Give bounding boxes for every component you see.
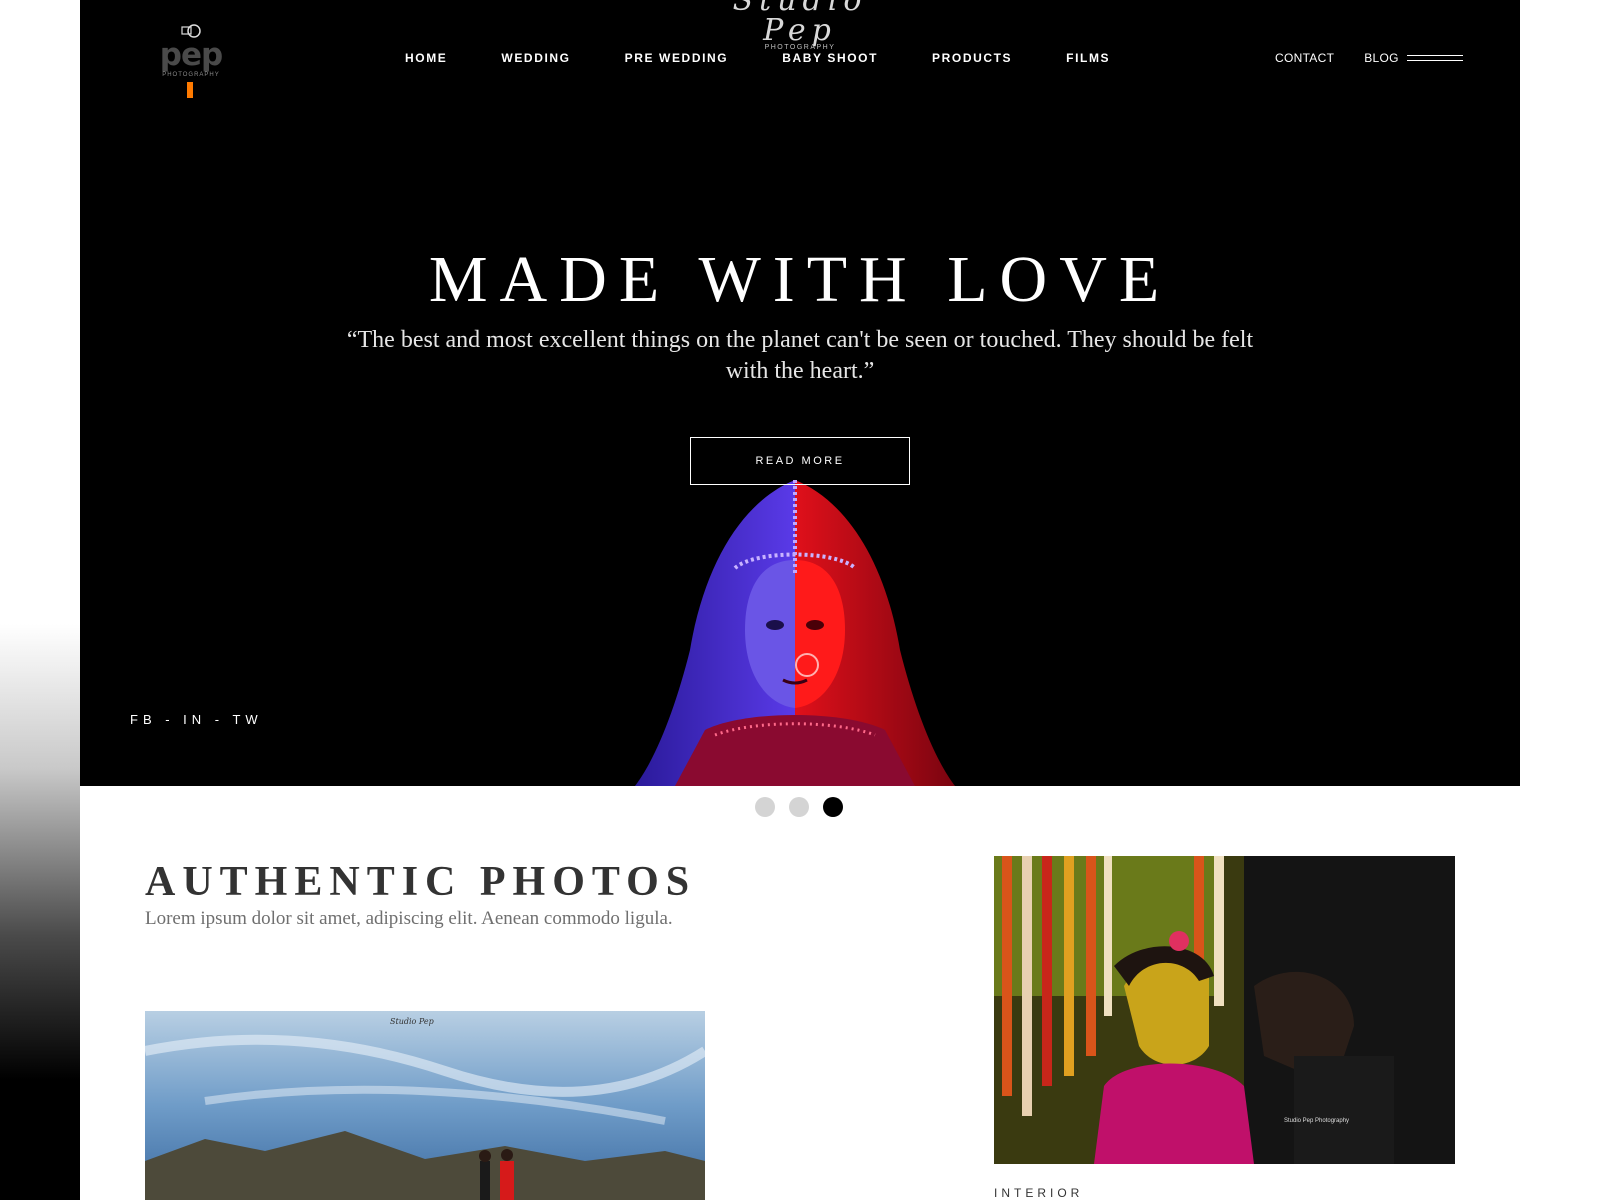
- brand-script-name: Studio Pep: [732, 0, 868, 48]
- nav-item-baby-shoot[interactable]: BABY SHOOT: [782, 51, 878, 65]
- menu-line: [1406, 55, 1463, 56]
- couple-mountain-image: [145, 1011, 705, 1200]
- section-subtitle: Lorem ipsum dolor sit amet, adipiscing e…: [145, 908, 673, 929]
- slider-dot-3[interactable]: [823, 797, 843, 817]
- left-gradient-strip: [0, 0, 80, 1200]
- secondary-nav: CONTACT BLOG: [1275, 51, 1463, 65]
- photo1-watermark: Studio Pep: [390, 1017, 434, 1026]
- brand-script-logo[interactable]: Studio Pep PHOTOGRAPHY: [690, 0, 910, 51]
- blog-link[interactable]: BLOG: [1364, 51, 1399, 65]
- bride-portrait-image: [635, 480, 955, 786]
- social-links[interactable]: FB - IN - TW: [130, 712, 263, 727]
- nav-item-products[interactable]: PRODUCTS: [932, 51, 1012, 65]
- photo2-watermark: Studio Pep Photography: [1284, 1118, 1350, 1124]
- section-title: AUTHENTIC PHOTOS: [145, 859, 697, 905]
- logo-word: pep: [159, 37, 223, 73]
- menu-icon[interactable]: [1406, 51, 1463, 65]
- slider-dot-1[interactable]: [755, 797, 775, 817]
- main-nav: HOME WEDDING PRE WEDDING BABY SHOOT PROD…: [405, 51, 1164, 65]
- card-label: INTERIOR: [994, 1186, 1084, 1200]
- menu-line: [1406, 60, 1463, 61]
- haldi-ceremony-photo[interactable]: Studio Pep Photography: [994, 856, 1455, 1164]
- logo-subtitle: PHOTOGRAPHY: [162, 72, 220, 78]
- nav-item-films[interactable]: FILMS: [1066, 51, 1110, 65]
- logo-accent-mark: [187, 82, 193, 98]
- hero-slider: Studio Pep PHOTOGRAPHY pep PHOTOGRAPHY H…: [80, 0, 1520, 786]
- nav-item-home[interactable]: HOME: [405, 51, 447, 65]
- nav-item-pre-wedding[interactable]: PRE WEDDING: [625, 51, 729, 65]
- read-more-button[interactable]: READ MORE: [690, 437, 910, 485]
- contact-link[interactable]: CONTACT: [1275, 51, 1334, 65]
- hero-title: MADE WITH LOVE: [428, 243, 1172, 316]
- couple-mountain-photo[interactable]: Studio Pep: [145, 1011, 705, 1200]
- slider-dot-2[interactable]: [789, 797, 809, 817]
- hero-quote: “The best and most excellent things on t…: [346, 327, 1254, 384]
- slider-pagination: [755, 797, 857, 817]
- logo[interactable]: pep PHOTOGRAPHY: [158, 20, 224, 100]
- brand-script-tagline: PHOTOGRAPHY: [764, 44, 836, 51]
- haldi-ceremony-image: [994, 856, 1455, 1164]
- nav-item-wedding[interactable]: WEDDING: [501, 51, 570, 65]
